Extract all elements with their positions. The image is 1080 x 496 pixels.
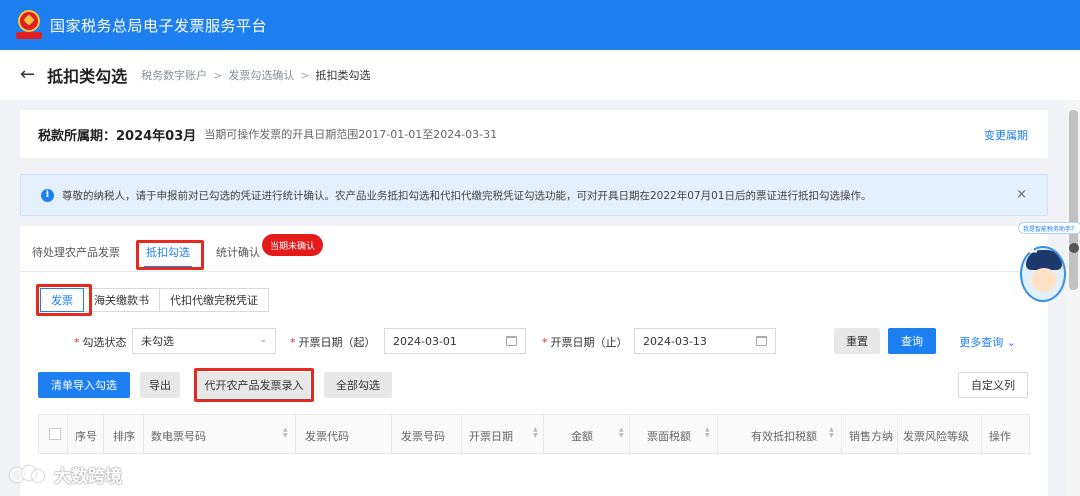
sort-icon[interactable]: ▲ ▼ [533, 427, 538, 439]
page-header: ← 抵扣类勾选 税务数字账户 > 发票勾选确认 > 抵扣类勾选 [0, 50, 1080, 100]
column-divider [717, 415, 718, 453]
chevron-down-icon: ⌄ [1006, 336, 1016, 349]
column-header[interactable]: 排序 [113, 428, 135, 444]
tax-assistant-widget[interactable]: 我是智能税务助手？ 征 纳 互 动 [998, 222, 1080, 306]
highlight-box [136, 240, 204, 270]
tab-bar: 待处理农产品发票 抵扣勾选 统计确认 当期未确认 [20, 226, 1048, 272]
reset-button[interactable]: 重置 [834, 328, 880, 354]
column-header: 开票日期 [469, 430, 513, 443]
close-icon[interactable]: × [1016, 187, 1027, 202]
invoice-type-tabs: 发票 海关缴款书 代扣代缴完税凭证 [40, 288, 269, 312]
assistant-char: 征 [1024, 240, 1038, 256]
tax-period-card: 税款所属期：2024年03月 当期可操作发票的开具日期范围2017-01-01至… [20, 110, 1048, 158]
column-divider [841, 415, 842, 453]
status-badge: 当期未确认 [262, 234, 324, 256]
breadcrumb-current: 抵扣类勾选 [315, 69, 371, 82]
breadcrumb: 税务数字账户 > 发票勾选确认 > 抵扣类勾选 [141, 67, 370, 83]
breadcrumb-separator-icon: > [213, 68, 223, 82]
scrollbar-thumb[interactable] [1069, 110, 1078, 290]
calendar-icon [506, 336, 517, 346]
notice-text: 尊敬的纳税人，请于申报前对已勾选的凭证进行统计确认。农产品业务抵扣勾选和代扣代缴… [62, 189, 872, 202]
change-period-link[interactable]: 变更属期 [984, 127, 1028, 143]
start-date-value: 2024-03-01 [393, 334, 457, 348]
column-header: 发票风险等级 [903, 430, 969, 443]
watermark-text: 大数跨境 [54, 467, 122, 487]
back-arrow-icon[interactable]: ← [20, 66, 35, 84]
tab-statistic-confirm[interactable]: 统计确认 [216, 244, 260, 260]
select-all-checkbox[interactable] [49, 428, 61, 440]
column-divider [143, 415, 144, 453]
end-date-input[interactable]: 2024-03-13 [634, 328, 776, 354]
column-divider [295, 415, 296, 453]
more-query-link[interactable]: 更多查询 ⌄ [959, 334, 1016, 350]
sort-icon[interactable]: ▲ ▼ [619, 427, 624, 439]
sort-icon[interactable]: ▲ ▼ [829, 427, 834, 439]
column-divider [103, 415, 104, 453]
table-header: 序号 排序 数电票号码 ▲ ▼ 发票代码 发票号码 开票日期 ▲ ▼ 金额 ▲ ▼ 票… [38, 414, 1030, 454]
notice-banner: i 尊敬的纳税人，请于申报前对已勾选的凭证进行统计确认。农产品业务抵扣勾选和代扣… [20, 174, 1048, 216]
sort-icon[interactable]: ▲ ▼ [705, 427, 710, 439]
watermark-logo-icon [10, 464, 48, 486]
tax-period-label: 税款所属期：2024年03月 [38, 128, 197, 144]
column-header: 操作 [989, 430, 1011, 443]
select-all-button[interactable]: 全部勾选 [324, 372, 392, 398]
column-header: 发票代码 [305, 430, 349, 443]
export-button[interactable]: 导出 [140, 372, 180, 398]
breadcrumb-separator-icon: > [300, 68, 310, 82]
custom-columns-button[interactable]: 自定义列 [958, 372, 1028, 398]
end-date-label: * 开票日期（止） [542, 336, 628, 349]
collapse-handle-icon[interactable] [1069, 243, 1079, 253]
breadcrumb-item[interactable]: 税务数字账户 [141, 67, 207, 83]
column-divider [391, 415, 392, 453]
column-header: 票面税额 [647, 430, 691, 443]
column-header: 发票号码 [401, 430, 445, 443]
tax-period-range: 当期可操作发票的开具日期范围2017-01-01至2024-03-31 [204, 128, 498, 141]
main-card: 待处理农产品发票 抵扣勾选 统计确认 当期未确认 发票 海关缴款书 代扣代缴完税… [20, 226, 1048, 496]
sort-icon[interactable]: ▲ ▼ [283, 427, 288, 439]
page-title: 抵扣类勾选 [47, 67, 128, 86]
subtab-invoice[interactable]: 发票 [40, 288, 84, 312]
assistant-char: 纳 [1004, 254, 1018, 270]
watermark: 大数跨境 [10, 462, 122, 487]
highlight-box [194, 368, 314, 402]
breadcrumb-item[interactable]: 发票勾选确认 [228, 67, 294, 83]
column-header: 金额 [571, 430, 593, 443]
column-header: 序号 [75, 430, 97, 443]
column-divider [543, 415, 544, 453]
national-emblem-icon [16, 10, 42, 40]
info-icon: i [41, 188, 54, 202]
start-date-input[interactable]: 2024-03-01 [384, 328, 526, 354]
calendar-icon [756, 336, 767, 346]
top-bar: 国家税务总局电子发票服务平台 [0, 0, 1080, 50]
subtab-withholding-certificate[interactable]: 代扣代缴完税凭证 [159, 288, 269, 312]
column-divider [897, 415, 898, 453]
chevron-down-icon: ⌄ [259, 335, 267, 345]
subtab-customs-payment[interactable]: 海关缴款书 [83, 288, 160, 312]
end-date-value: 2024-03-13 [643, 334, 707, 348]
action-row: 清单导入勾选 导出 代开农产品发票录入 全部勾选 自定义列 [20, 368, 1048, 402]
filter-row: * 勾选状态 未勾选 ⌄ * 开票日期（起） 2024-03-01 * 开票日期（止）… [20, 328, 1048, 354]
column-header: 销售方纳 [849, 430, 893, 443]
assistant-char: 动 [1012, 288, 1026, 304]
query-button[interactable]: 查询 [888, 328, 936, 354]
status-filter-label: * 勾选状态 [74, 336, 127, 349]
column-header: 数电票号码 [151, 430, 206, 443]
column-divider [67, 415, 68, 453]
tab-pending-agri-invoices[interactable]: 待处理农产品发票 [32, 244, 120, 260]
column-divider [461, 415, 462, 453]
status-select[interactable]: 未勾选 ⌄ [132, 328, 276, 354]
start-date-label: * 开票日期（起） [290, 336, 376, 349]
import-select-button[interactable]: 清单导入勾选 [38, 372, 130, 398]
app-title: 国家税务总局电子发票服务平台 [50, 16, 268, 35]
status-select-value: 未勾选 [141, 335, 174, 348]
column-divider [981, 415, 982, 453]
assistant-bubble: 我是智能税务助手？ [1018, 222, 1080, 234]
column-divider [629, 415, 630, 453]
column-header: 有效抵扣税额 [751, 430, 817, 443]
